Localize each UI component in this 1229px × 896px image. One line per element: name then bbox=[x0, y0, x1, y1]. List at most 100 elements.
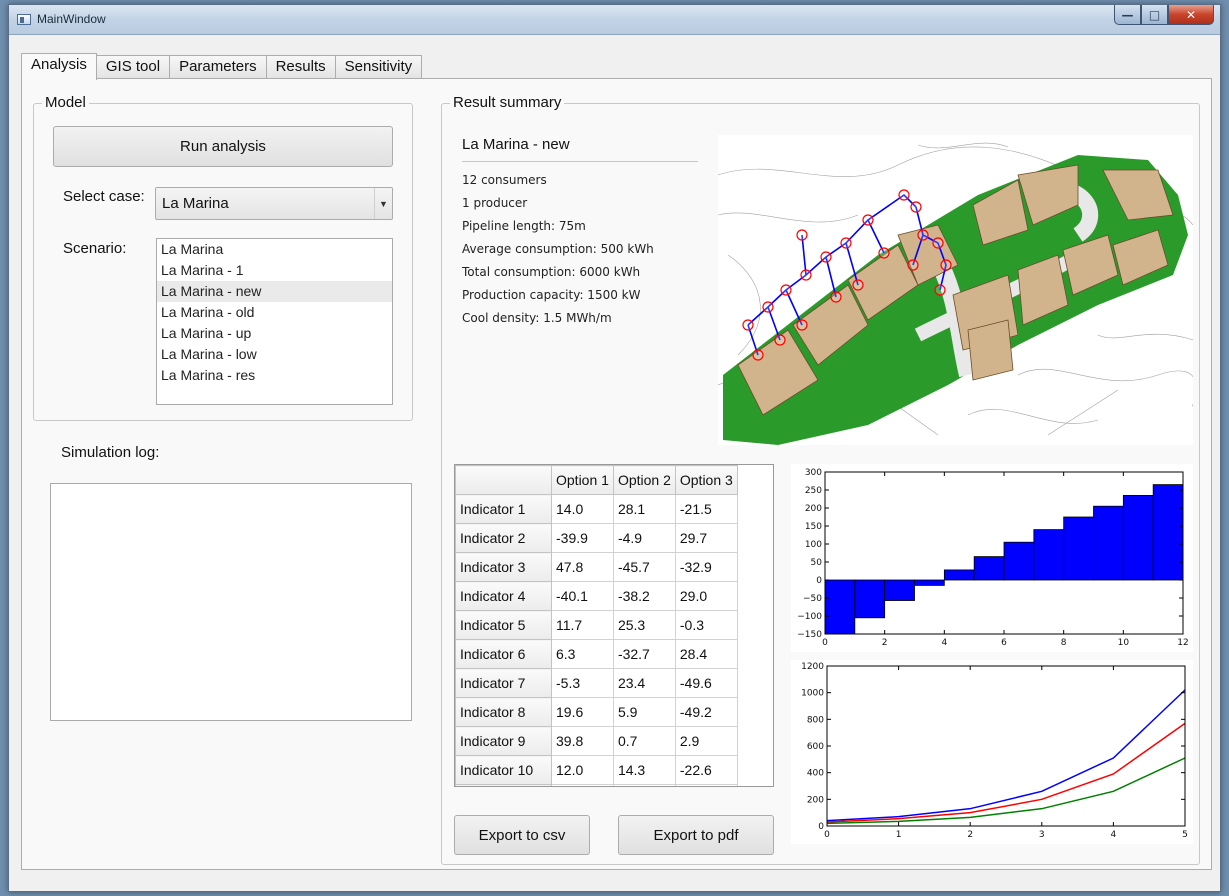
row-header[interactable]: Indicator 9 bbox=[455, 726, 552, 756]
gis-map[interactable] bbox=[718, 135, 1193, 445]
maximize-button[interactable]: □ bbox=[1141, 5, 1168, 25]
indicator-table[interactable]: Option 1 Option 2 Option 3 Indicator 1 14… bbox=[454, 464, 774, 787]
gis-map-drawing bbox=[718, 142, 1193, 445]
row-header[interactable]: Indicator 7 bbox=[455, 668, 552, 698]
table-cell[interactable]: 11.7 bbox=[551, 610, 614, 640]
case-select-value: La Marina bbox=[162, 195, 229, 212]
table-cell[interactable]: -49.2 bbox=[674, 697, 738, 727]
table-cell[interactable]: 14.0 bbox=[551, 494, 614, 524]
minimize-button[interactable]: — bbox=[1114, 5, 1141, 25]
table-cell[interactable]: 25.3 bbox=[612, 610, 676, 640]
table-cell[interactable]: 12.0 bbox=[551, 755, 614, 785]
table-cell[interactable]: -49.6 bbox=[674, 668, 738, 698]
summary-case-title: La Marina - new bbox=[462, 136, 570, 153]
table-cell[interactable]: -0.3 bbox=[674, 610, 738, 640]
table-row[interactable]: Indicator 3 47.8 -45.7 -32.9 bbox=[455, 552, 738, 582]
column-header[interactable]: Option 3 bbox=[674, 465, 738, 495]
chevron-down-icon[interactable]: ▼ bbox=[374, 188, 392, 219]
bar bbox=[884, 579, 915, 601]
series-line-2 bbox=[826, 757, 1186, 825]
tab-parameters[interactable]: Parameters bbox=[169, 55, 267, 79]
row-header[interactable]: Indicator 10 bbox=[455, 755, 552, 785]
bar bbox=[914, 579, 945, 586]
y-tick-label: 300 bbox=[805, 468, 822, 478]
title-bar[interactable]: MainWindow — □ ✕ bbox=[9, 5, 1220, 35]
table-cell[interactable]: 0.7 bbox=[612, 726, 676, 756]
bar-chart: −150 −100 −50 0 50 100 150 200 250 300 0 2 4 6 8 10 12 bbox=[791, 464, 1193, 652]
tab-gis-tool[interactable]: GIS tool bbox=[95, 55, 171, 79]
line-chart: 0 200 400 600 800 1000 1200 0 1 2 3 4 5 bbox=[791, 660, 1193, 844]
table-row[interactable]: Indicator 1 14.0 28.1 -21.5 bbox=[455, 494, 738, 524]
main-window: MainWindow — □ ✕ Analysis GIS tool Param… bbox=[8, 4, 1221, 892]
table-cell[interactable]: 28.1 bbox=[612, 494, 676, 524]
table-cell[interactable]: 29.7 bbox=[674, 523, 738, 553]
simulation-log-textarea[interactable] bbox=[50, 483, 412, 721]
table-cell[interactable]: -40.1 bbox=[551, 581, 614, 611]
row-header[interactable]: Indicator 6 bbox=[455, 639, 552, 669]
column-header[interactable]: Option 1 bbox=[551, 465, 614, 495]
summary-consumers: 12 consumers bbox=[462, 173, 547, 187]
x-tick-label: 10 bbox=[1118, 638, 1130, 648]
row-header[interactable]: Indicator 5 bbox=[455, 610, 552, 640]
y-tick-label: 50 bbox=[811, 558, 823, 568]
table-cell[interactable]: -4.9 bbox=[612, 523, 676, 553]
tab-sensitivity[interactable]: Sensitivity bbox=[334, 55, 423, 79]
table-cell[interactable]: 29.0 bbox=[674, 581, 738, 611]
scenario-item-selected[interactable]: La Marina - new bbox=[157, 281, 392, 302]
export-pdf-button[interactable]: Export to pdf bbox=[618, 815, 774, 855]
bar bbox=[1093, 505, 1124, 581]
table-cell[interactable]: 39.8 bbox=[551, 726, 614, 756]
table-cell[interactable]: -38.2 bbox=[612, 581, 676, 611]
bar bbox=[1033, 529, 1065, 581]
row-header[interactable]: Indicator 3 bbox=[455, 552, 552, 582]
table-row[interactable]: Indicator 2 -39.9 -4.9 29.7 bbox=[455, 523, 738, 553]
table-row[interactable]: Indicator 10 12.0 14.3 -22.6 bbox=[455, 755, 738, 785]
scenario-item[interactable]: La Marina - res bbox=[157, 365, 392, 386]
table-cell[interactable]: -45.7 bbox=[612, 552, 676, 582]
scenario-item[interactable]: La Marina - old bbox=[157, 302, 392, 323]
y-tick-label: −100 bbox=[797, 612, 822, 622]
table-cell[interactable]: -21.5 bbox=[674, 494, 738, 524]
run-analysis-button[interactable]: Run analysis bbox=[53, 126, 393, 167]
table-cell[interactable]: 47.8 bbox=[551, 552, 614, 582]
table-cell[interactable]: -32.9 bbox=[674, 552, 738, 582]
table-row[interactable]: Indicator 8 19.6 5.9 -49.2 bbox=[455, 697, 738, 727]
export-csv-button[interactable]: Export to csv bbox=[454, 815, 590, 855]
table-cell[interactable]: 6.3 bbox=[551, 639, 614, 669]
table-row[interactable]: Indicator 5 11.7 25.3 -0.3 bbox=[455, 610, 738, 640]
table-cell[interactable]: -39.9 bbox=[551, 523, 614, 553]
table-cell[interactable]: 14.3 bbox=[612, 755, 676, 785]
x-tick-label: 1 bbox=[896, 830, 902, 840]
scenario-item[interactable]: La Marina - 1 bbox=[157, 260, 392, 281]
row-header[interactable]: Indicator 2 bbox=[455, 523, 552, 553]
table-cell[interactable]: 5.9 bbox=[612, 697, 676, 727]
table-cell[interactable]: 19.6 bbox=[551, 697, 614, 727]
scenario-list[interactable]: La Marina La Marina - 1 La Marina - new … bbox=[156, 238, 393, 405]
bar bbox=[943, 569, 975, 581]
scenario-item[interactable]: La Marina bbox=[157, 239, 392, 260]
scenario-item[interactable]: La Marina - up bbox=[157, 323, 392, 344]
table-row[interactable]: Indicator 7 -5.3 23.4 -49.6 bbox=[455, 668, 738, 698]
minimize-icon: — bbox=[1121, 7, 1134, 22]
close-button[interactable]: ✕ bbox=[1168, 5, 1214, 25]
scenario-item[interactable]: La Marina - low bbox=[157, 344, 392, 365]
table-cell[interactable]: -32.7 bbox=[612, 639, 676, 669]
table-cell[interactable]: 2.9 bbox=[674, 726, 738, 756]
row-header[interactable]: Indicator 8 bbox=[455, 697, 552, 727]
table-cell[interactable]: 28.4 bbox=[674, 639, 738, 669]
table-row[interactable]: Indicator 6 6.3 -32.7 28.4 bbox=[455, 639, 738, 669]
table-row[interactable]: Indicator 9 39.8 0.7 2.9 bbox=[455, 726, 738, 756]
case-select[interactable]: La Marina ▼ bbox=[155, 187, 393, 220]
table-cell[interactable]: -22.6 bbox=[674, 755, 738, 785]
tab-results[interactable]: Results bbox=[265, 55, 336, 79]
table-cell[interactable]: 23.4 bbox=[612, 668, 676, 698]
column-header[interactable]: Option 2 bbox=[612, 465, 676, 495]
tab-analysis[interactable]: Analysis bbox=[21, 53, 97, 80]
row-header[interactable]: Indicator 4 bbox=[455, 581, 552, 611]
table-row[interactable]: Indicator 4 -40.1 -38.2 29.0 bbox=[455, 581, 738, 611]
y-tick-label: 100 bbox=[805, 540, 822, 550]
row-header[interactable]: Indicator 1 bbox=[455, 494, 552, 524]
indicator-grid: Option 1 Option 2 Option 3 Indicator 1 14… bbox=[455, 465, 738, 786]
table-cell[interactable]: -5.3 bbox=[551, 668, 614, 698]
bar bbox=[1003, 541, 1035, 581]
